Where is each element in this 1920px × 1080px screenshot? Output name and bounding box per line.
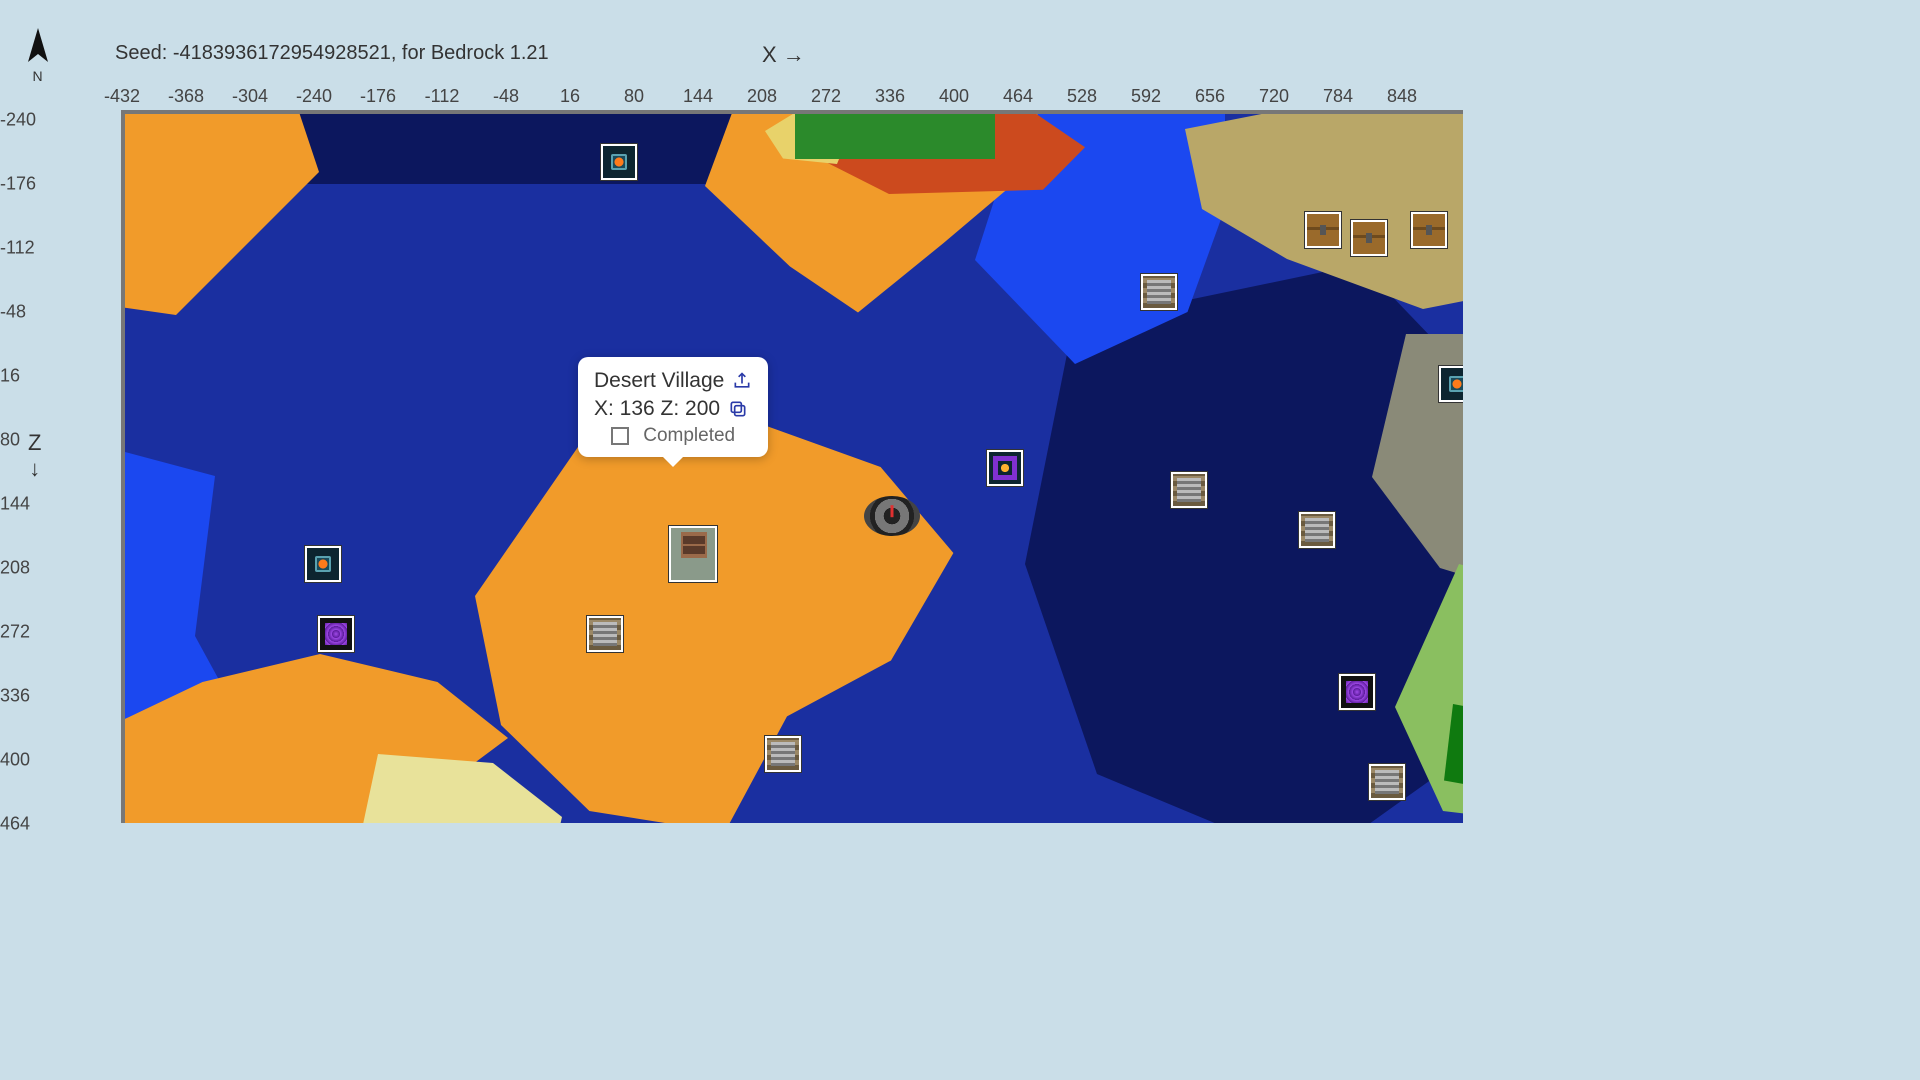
ruined-portal-marker[interactable] — [318, 616, 354, 652]
x-tick: 272 — [811, 86, 841, 107]
completed-checkbox[interactable] — [611, 427, 629, 445]
x-tick: 656 — [1195, 86, 1225, 107]
x-tick: -240 — [296, 86, 332, 107]
x-tick: 208 — [747, 86, 777, 107]
x-tick: 144 — [683, 86, 713, 107]
trial-chamber-marker[interactable] — [1439, 366, 1463, 402]
desert-village-marker[interactable] — [669, 526, 717, 582]
x-tick: -176 — [360, 86, 396, 107]
x-tick: 400 — [939, 86, 969, 107]
completed-label: Completed — [643, 425, 735, 447]
mineshaft-marker[interactable] — [587, 616, 623, 652]
x-axis-ticks: -432-368-304-240-176-112-481680144208272… — [0, 86, 1463, 108]
x-tick: -48 — [493, 86, 519, 107]
mineshaft-marker[interactable] — [765, 736, 801, 772]
mineshaft-marker[interactable] — [1369, 764, 1405, 800]
buried-treasure-marker[interactable] — [1305, 212, 1341, 248]
biome-map[interactable] — [121, 110, 1463, 823]
x-tick: -112 — [425, 86, 460, 107]
tooltip-title: Desert Village — [594, 369, 724, 393]
tooltip-coords: X: 136 Z: 200 — [594, 397, 720, 421]
trial-chamber-marker[interactable] — [305, 546, 341, 582]
mineshaft-marker[interactable] — [1171, 472, 1207, 508]
world-spawn-marker[interactable] — [864, 496, 920, 536]
share-icon[interactable] — [732, 371, 752, 391]
buried-treasure-marker[interactable] — [1411, 212, 1447, 248]
x-tick: 16 — [560, 86, 580, 107]
x-axis-label: X → — [762, 42, 805, 68]
ruined-portal-marker[interactable] — [1339, 674, 1375, 710]
x-tick: 336 — [875, 86, 905, 107]
mineshaft-marker[interactable] — [1141, 274, 1177, 310]
mineshaft-marker[interactable] — [1299, 512, 1335, 548]
x-tick: 464 — [1003, 86, 1033, 107]
biome-desert-center — [475, 424, 995, 823]
copy-icon[interactable] — [728, 399, 748, 419]
marker-tooltip: Desert Village X: 136 Z: 200 Completed — [578, 357, 768, 457]
x-tick: -304 — [232, 86, 268, 107]
trial-spawner-marker[interactable] — [987, 450, 1023, 486]
x-tick: 784 — [1323, 86, 1353, 107]
biome-forest — [795, 110, 995, 159]
buried-treasure-marker[interactable] — [1351, 220, 1387, 256]
trial-chamber-marker[interactable] — [601, 144, 637, 180]
x-tick: 80 — [624, 86, 644, 107]
x-tick: 848 — [1387, 86, 1417, 107]
x-tick: 528 — [1067, 86, 1097, 107]
x-tick: 592 — [1131, 86, 1161, 107]
x-tick: 720 — [1259, 86, 1289, 107]
seed-label: Seed: -4183936172954928521, for Bedrock … — [115, 42, 549, 65]
z-axis-ticks: -240-176-112-481680144208272336400464 — [0, 0, 120, 823]
x-tick: -368 — [168, 86, 204, 107]
